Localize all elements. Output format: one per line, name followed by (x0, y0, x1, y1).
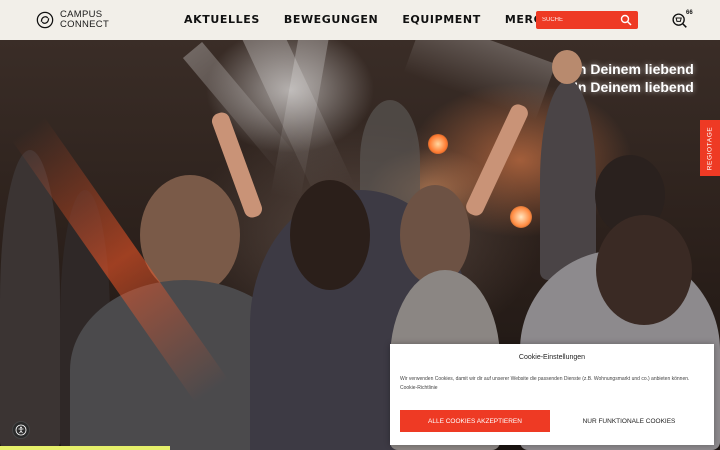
functional-cookies-button[interactable]: NUR FUNKTIONALE COOKIES (554, 410, 704, 432)
stage-light (510, 206, 532, 228)
cart-count-badge: 66 (686, 10, 693, 16)
cart-button[interactable]: 66 (671, 10, 695, 30)
nav-item-equipment[interactable]: EQUIPMENT (402, 13, 481, 26)
crowd-head (596, 215, 692, 325)
regiotage-label: REGIOTAGE (706, 126, 714, 170)
logo-text: CAMPUS CONNECT (60, 10, 109, 29)
accessibility-button[interactable] (12, 421, 30, 439)
raised-arm (463, 101, 531, 219)
cookie-dialog: Cookie-Einstellungen Wir verwenden Cooki… (390, 344, 714, 445)
performer-head (552, 50, 582, 84)
stage-screen-line-1: In Deinem liebend (574, 61, 694, 77)
logo-line-2: CONNECT (60, 18, 110, 30)
search-box (536, 11, 638, 29)
regiotage-tab[interactable]: REGIOTAGE (700, 120, 720, 176)
site-header: CAMPUS CONNECT AKTUELLES BEWEGUNGEN EQUI… (0, 0, 720, 40)
cookie-text: Wir verwenden Cookies, damit wir dir auf… (400, 375, 700, 393)
stage-light (428, 134, 448, 154)
accept-all-cookies-button[interactable]: ALLE COOKIES AKZEPTIEREN (400, 410, 550, 432)
search-icon[interactable] (620, 14, 632, 26)
nav-item-aktuelles[interactable]: AKTUELLES (184, 13, 260, 26)
stage-screen-line-2: In Deinem liebend (574, 79, 694, 95)
accessibility-icon (15, 424, 27, 436)
crowd-head (400, 185, 470, 285)
stage-screen-text: In Deinem liebend In Deinem liebend (574, 60, 694, 96)
cookie-description: Wir verwenden Cookies, damit wir dir auf… (400, 376, 690, 382)
nav-item-bewegungen[interactable]: BEWEGUNGEN (284, 13, 378, 26)
bottom-accent-bar (0, 446, 170, 450)
crowd-head (290, 180, 370, 290)
light-beam (403, 40, 556, 121)
search-input[interactable] (542, 17, 620, 23)
cookie-title: Cookie-Einstellungen (518, 354, 586, 361)
cookie-policy-link[interactable]: Cookie-Richtlinie (400, 385, 438, 391)
logo[interactable]: CAMPUS CONNECT (36, 10, 109, 29)
campus-connect-logo-icon (36, 11, 54, 28)
main-nav: AKTUELLES BEWEGUNGEN EQUIPMENT MERCH (184, 13, 552, 26)
performer-silhouette (540, 80, 596, 280)
